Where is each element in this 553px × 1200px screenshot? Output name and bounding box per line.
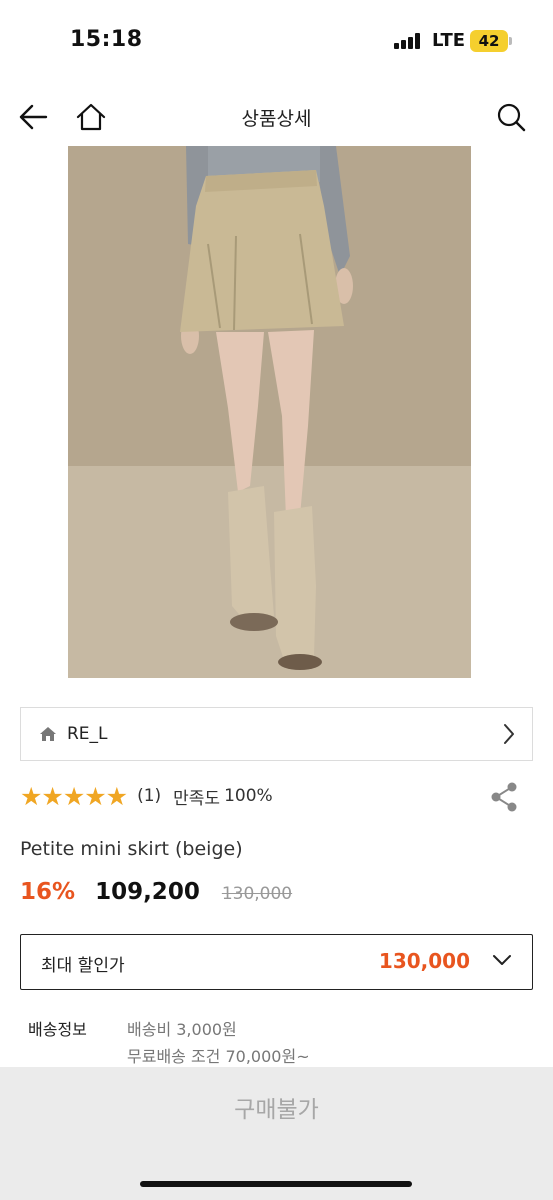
star-rating-icon: ★★★★★ bbox=[20, 781, 128, 811]
home-indicator[interactable] bbox=[140, 1181, 412, 1187]
shipping-label: 배송정보 bbox=[28, 1020, 87, 1039]
brand-link[interactable]: RE_L bbox=[20, 707, 533, 761]
search-icon[interactable] bbox=[494, 100, 528, 134]
max-discount-label: 최대 할인가 bbox=[41, 956, 125, 976]
free-shipping-condition: 무료배송 조건 70,000원~ bbox=[127, 1047, 310, 1066]
rating-row[interactable]: ★★★★★ (1) 만족도 100% bbox=[20, 781, 273, 811]
price-row: 16% 109,200 130,000 bbox=[20, 879, 292, 911]
top-nav: 상품상세 bbox=[0, 92, 553, 142]
product-name: Petite mini skirt (beige) bbox=[20, 838, 243, 860]
page-title: 상품상세 bbox=[241, 108, 312, 130]
share-icon[interactable] bbox=[489, 781, 519, 813]
shipping-fee: 배송비 3,000원 bbox=[127, 1020, 237, 1039]
brand-name: RE_L bbox=[67, 724, 108, 744]
review-count[interactable]: (1) bbox=[137, 786, 161, 806]
network-type: LTE bbox=[432, 30, 466, 51]
max-discount-price: 130,000 bbox=[378, 949, 470, 973]
chevron-down-icon bbox=[492, 952, 512, 971]
max-discount-dropdown[interactable]: 최대 할인가 130,000 bbox=[20, 934, 533, 990]
satisfaction-value: 100% bbox=[224, 786, 273, 806]
purchase-button[interactable]: 구매불가 bbox=[0, 1067, 553, 1147]
status-time: 15:18 bbox=[70, 27, 143, 52]
status-bar: 15:18 LTE 42 bbox=[0, 0, 553, 84]
battery-cap bbox=[509, 37, 512, 45]
signal-icon bbox=[394, 33, 424, 49]
discount-rate: 16% bbox=[20, 879, 76, 905]
buy-bar: 구매불가 bbox=[0, 1067, 553, 1200]
store-home-icon bbox=[39, 725, 57, 743]
battery-icon: 42 bbox=[470, 30, 508, 52]
chevron-right-icon bbox=[502, 723, 516, 749]
sale-price: 109,200 bbox=[95, 879, 200, 905]
original-price: 130,000 bbox=[221, 884, 293, 904]
product-image[interactable] bbox=[68, 146, 471, 678]
satisfaction-label: 만족도 bbox=[173, 788, 221, 809]
